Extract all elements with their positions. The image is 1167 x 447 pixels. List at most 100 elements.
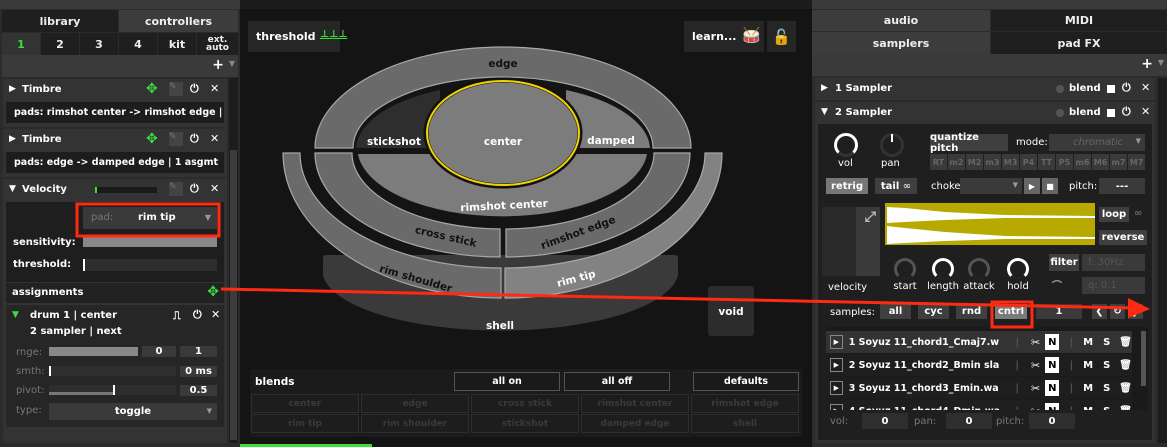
- reset-icon[interactable]: ↻: [1110, 304, 1125, 319]
- vol-field[interactable]: 0: [862, 413, 908, 429]
- velocity-curve[interactable]: ⤢: [822, 207, 880, 276]
- smooth-field[interactable]: 0 ms: [180, 366, 217, 377]
- collapse-icon[interactable]: ▼: [12, 310, 19, 320]
- close-icon[interactable]: ✕: [210, 182, 219, 195]
- choke-dropdown[interactable]: ▼: [960, 178, 1022, 194]
- sample-list-scrollbar[interactable]: [1141, 331, 1146, 386]
- move-icon[interactable]: ✥: [207, 284, 219, 300]
- power-icon[interactable]: ⏻: [190, 182, 199, 196]
- close-icon[interactable]: ✕: [211, 308, 220, 321]
- tab-samplers[interactable]: samplers: [812, 32, 990, 54]
- sample-mode-rnd[interactable]: rnd: [956, 304, 987, 319]
- pitch-field[interactable]: ---: [1099, 178, 1145, 194]
- interval-M2[interactable]: M2: [966, 154, 983, 170]
- interval-m3[interactable]: m3: [984, 154, 1001, 170]
- subtab-ext-auto[interactable]: ext. auto: [197, 33, 238, 55]
- power-icon[interactable]: ⏻: [1122, 105, 1131, 119]
- sample-row[interactable]: ▶ 3 Soyuz 11_chord3_Emin.wa | ✂ N | M S …: [826, 377, 1132, 399]
- scissors-icon[interactable]: ✂: [1031, 336, 1040, 349]
- interval-TT[interactable]: TT: [1038, 154, 1055, 170]
- pin-icon[interactable]: ✎: [169, 132, 183, 146]
- reverse-button[interactable]: reverse: [1099, 230, 1147, 245]
- smooth-slider[interactable]: [49, 366, 176, 376]
- pivot-field[interactable]: 0.5: [180, 385, 217, 396]
- power-icon[interactable]: ⏻: [190, 132, 199, 146]
- sample-mode-cntrl[interactable]: cntrl: [995, 304, 1027, 319]
- mute-button[interactable]: M: [1083, 337, 1093, 348]
- expand-icon[interactable]: ▶: [9, 134, 16, 144]
- prev-icon[interactable]: ❮: [1092, 304, 1107, 319]
- filter-q-field[interactable]: q: 0.1: [1082, 277, 1145, 294]
- retrig-button[interactable]: retrig: [826, 178, 868, 194]
- scissors-icon[interactable]: ✂: [1031, 382, 1040, 395]
- sample-row[interactable]: ▶ 4 Soyuz 11_chord4_Dmin.wa | ✂ N | M S …: [826, 400, 1132, 410]
- subtab-1[interactable]: 1: [2, 33, 40, 55]
- power-icon[interactable]: ⏻: [190, 82, 199, 96]
- pitch-offset-field[interactable]: 0: [1029, 413, 1075, 429]
- trash-icon[interactable]: 🗑: [1119, 360, 1132, 371]
- mute-button[interactable]: M: [1083, 360, 1093, 371]
- interval-m7[interactable]: m7: [1110, 154, 1127, 170]
- pad-dropdown[interactable]: pad: rim tip ▼: [83, 207, 217, 229]
- scissors-icon[interactable]: ✂: [1031, 359, 1040, 372]
- chevron-down-icon[interactable]: ▼: [229, 59, 235, 68]
- play-icon[interactable]: ▶: [1024, 178, 1040, 194]
- interval-m2[interactable]: m2: [948, 154, 965, 170]
- step-icon[interactable]: ⎍: [173, 309, 181, 323]
- solo-button[interactable]: S: [1103, 337, 1110, 348]
- scissors-icon[interactable]: ✂: [1031, 405, 1040, 411]
- pan-field[interactable]: 0: [946, 413, 992, 429]
- sample-row[interactable]: ▶ 2 Soyuz 11_chord2_Bmin sla | ✂ N | M S…: [826, 354, 1132, 376]
- loop-button[interactable]: loop: [1099, 207, 1129, 222]
- sampler-1-header[interactable]: ▶ 1 Sampler blend ⏻ ✕: [815, 78, 1155, 100]
- pan-knob[interactable]: [880, 133, 904, 157]
- move-icon[interactable]: ✥: [146, 131, 158, 147]
- mute-button[interactable]: M: [1083, 406, 1093, 411]
- solo-button[interactable]: S: [1103, 383, 1110, 394]
- play-icon[interactable]: ▶: [830, 381, 843, 395]
- trash-icon[interactable]: 🗑: [1119, 337, 1132, 348]
- power-icon[interactable]: ⏻: [193, 308, 202, 322]
- close-icon[interactable]: ✕: [210, 132, 219, 145]
- expand-icon[interactable]: ▶: [9, 84, 16, 94]
- subtab-3[interactable]: 3: [80, 33, 118, 55]
- pin-icon[interactable]: ✎: [169, 182, 183, 196]
- tab-controllers[interactable]: controllers: [119, 10, 238, 32]
- solo-button[interactable]: S: [1103, 406, 1110, 411]
- interval-P4[interactable]: P4: [1020, 154, 1037, 170]
- chevron-down-icon[interactable]: ▼: [1158, 58, 1164, 67]
- subtab-kit[interactable]: kit: [158, 33, 196, 55]
- expand-icon[interactable]: ▶: [821, 83, 828, 93]
- sample-row[interactable]: ▶ 1 Soyuz 11_chord1_Cmaj7.w | ✂ N | M S …: [826, 331, 1132, 353]
- interval-M3[interactable]: M3: [1002, 154, 1019, 170]
- close-icon[interactable]: ✕: [210, 82, 219, 95]
- subtab-4[interactable]: 4: [119, 33, 157, 55]
- stop-icon[interactable]: [1107, 85, 1115, 93]
- interval-P5[interactable]: P5: [1056, 154, 1073, 170]
- add-button[interactable]: +: [1141, 56, 1153, 72]
- blend-indicator-icon[interactable]: [1056, 85, 1064, 93]
- close-icon[interactable]: ✕: [1141, 105, 1150, 118]
- mute-button[interactable]: M: [1083, 383, 1093, 394]
- stop-icon[interactable]: [1107, 109, 1115, 117]
- interval-RT[interactable]: RT: [930, 154, 947, 170]
- move-icon[interactable]: ✥: [146, 81, 158, 97]
- start-knob[interactable]: [894, 258, 916, 280]
- play-icon[interactable]: ▶: [830, 404, 843, 410]
- sample-index-field[interactable]: 1: [1036, 304, 1082, 319]
- add-button[interactable]: +: [212, 57, 224, 73]
- tab-audio[interactable]: audio: [812, 10, 990, 31]
- type-dropdown[interactable]: toggle ▼: [49, 403, 217, 420]
- resize-diagonal-icon[interactable]: ⤢: [865, 209, 876, 225]
- filter-frequency-field[interactable]: f: 30Hz: [1082, 254, 1145, 271]
- interval-M6[interactable]: M6: [1092, 154, 1109, 170]
- trash-icon[interactable]: 🗑: [1119, 383, 1132, 394]
- hold-knob[interactable]: [1007, 258, 1029, 280]
- play-icon[interactable]: ▶: [830, 358, 843, 372]
- collapse-icon[interactable]: ▼: [821, 107, 828, 117]
- tab-midi[interactable]: MIDI: [991, 10, 1167, 31]
- range-min-field[interactable]: 0: [142, 346, 176, 357]
- power-icon[interactable]: ⏻: [1122, 81, 1131, 95]
- sample-mode-cyc[interactable]: cyc: [918, 304, 949, 319]
- normalize-button[interactable]: N: [1045, 403, 1060, 410]
